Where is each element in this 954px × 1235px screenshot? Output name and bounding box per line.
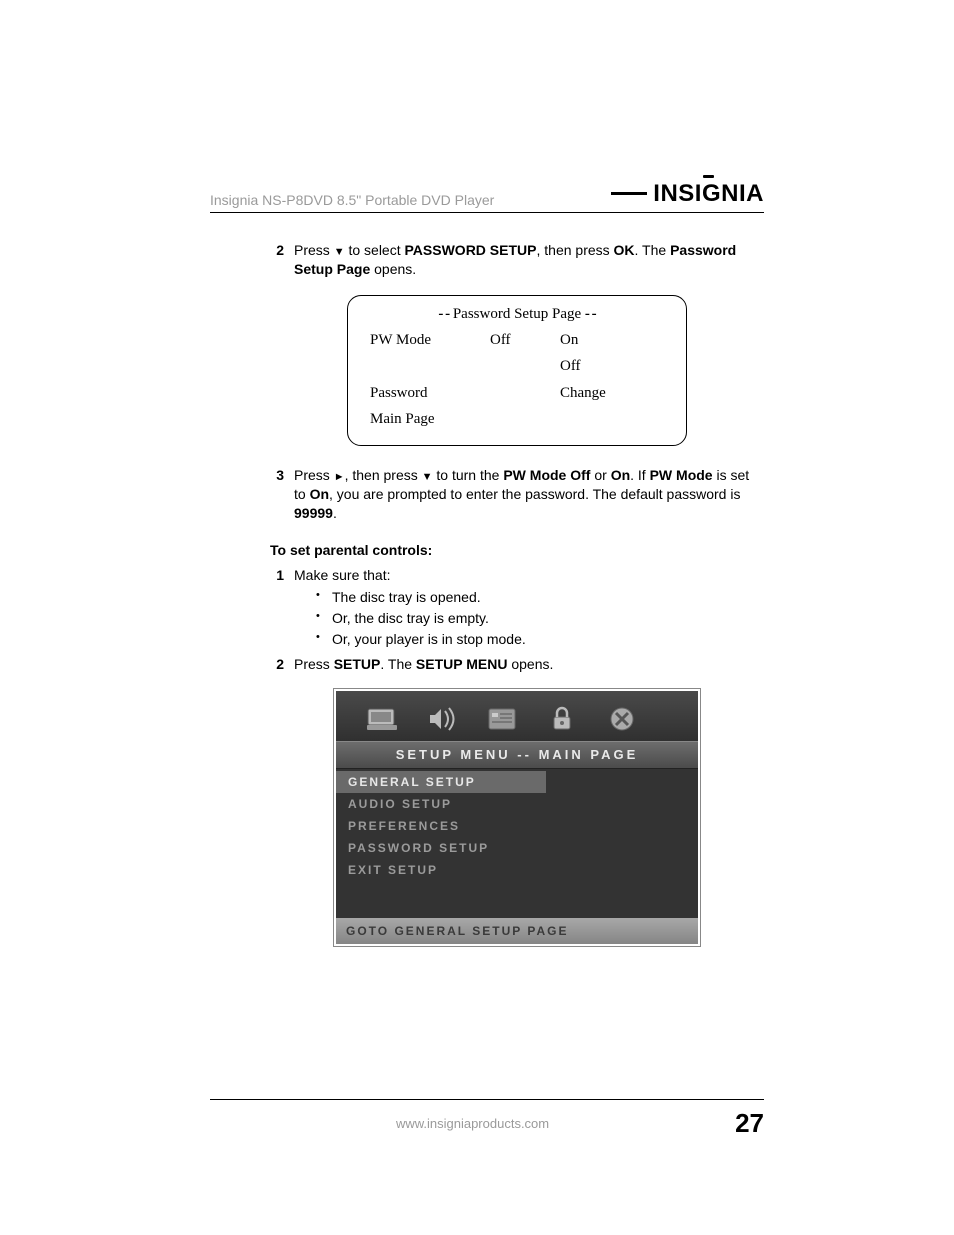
menu-item-general: GENERAL SETUP [336, 771, 546, 793]
preferences-icon [482, 705, 522, 733]
pw-row: Off [370, 356, 664, 376]
setup-icon-row [336, 691, 698, 741]
menu-item-password: PASSWORD SETUP [336, 837, 698, 859]
step-number: 2 [270, 241, 294, 279]
section-heading: To set parental controls: [270, 541, 764, 560]
list-item: Or, your player is in stop mode. [316, 630, 764, 649]
down-arrow-icon: ▼ [334, 246, 345, 258]
exit-setup-icon [602, 705, 642, 733]
list-item: Or, the disc tray is empty. [316, 609, 764, 628]
down-arrow-icon: ▼ [422, 471, 433, 483]
step-2-parental: 2 Press SETUP. The SETUP MENU opens. [270, 655, 764, 674]
step-3: 3 Press ►, then press ▼ to turn the PW M… [270, 466, 764, 523]
password-setup-page-box: - - Password Setup Page - - PW Mode Off … [347, 295, 687, 446]
setup-menu-screenshot: SETUP MENU -- MAIN PAGE GENERAL SETUP AU… [333, 688, 701, 947]
step-text: Press SETUP. The SETUP MENU opens. [294, 655, 764, 674]
pw-row: Main Page [370, 409, 664, 429]
list-item: The disc tray is opened. [316, 588, 764, 607]
pw-box-title: - - Password Setup Page - - [370, 304, 664, 324]
step-text: Make sure that: [294, 566, 764, 585]
menu-item-exit: EXIT SETUP [336, 859, 698, 881]
step-number: 1 [270, 566, 294, 585]
setup-footer-bar: GOTO GENERAL SETUP PAGE [336, 918, 698, 944]
step-2: 2 Press ▼ to select PASSWORD SETUP, then… [270, 241, 764, 279]
pw-row: Password Change [370, 383, 664, 403]
step-text: Press ►, then press ▼ to turn the PW Mod… [294, 466, 764, 523]
content: 2 Press ▼ to select PASSWORD SETUP, then… [210, 241, 764, 947]
general-setup-icon [362, 705, 402, 733]
pw-row: PW Mode Off On [370, 330, 664, 350]
right-arrow-icon: ► [334, 471, 345, 483]
bullet-list: The disc tray is opened. Or, the disc tr… [270, 588, 764, 649]
step-number: 3 [270, 466, 294, 523]
setup-banner: SETUP MENU -- MAIN PAGE [336, 741, 698, 769]
step-text: Press ▼ to select PASSWORD SETUP, then p… [294, 241, 764, 279]
brand-logo: INSIGNIA [627, 180, 764, 208]
page-header: Insignia NS-P8DVD 8.5" Portable DVD Play… [210, 180, 764, 213]
audio-setup-icon [422, 705, 462, 733]
page-number: 27 [735, 1108, 764, 1139]
menu-item-audio: AUDIO SETUP [336, 793, 698, 815]
step-1-parental: 1 Make sure that: [270, 566, 764, 585]
footer-url: www.insigniaproducts.com [210, 1116, 735, 1131]
menu-item-preferences: PREFERENCES [336, 815, 698, 837]
password-setup-icon [542, 705, 582, 733]
page-footer: www.insigniaproducts.com 27 [210, 1099, 764, 1139]
setup-menu-list: GENERAL SETUP AUDIO SETUP PREFERENCES PA… [336, 769, 698, 918]
product-title: Insignia NS-P8DVD 8.5" Portable DVD Play… [210, 192, 494, 208]
step-number: 2 [270, 655, 294, 674]
